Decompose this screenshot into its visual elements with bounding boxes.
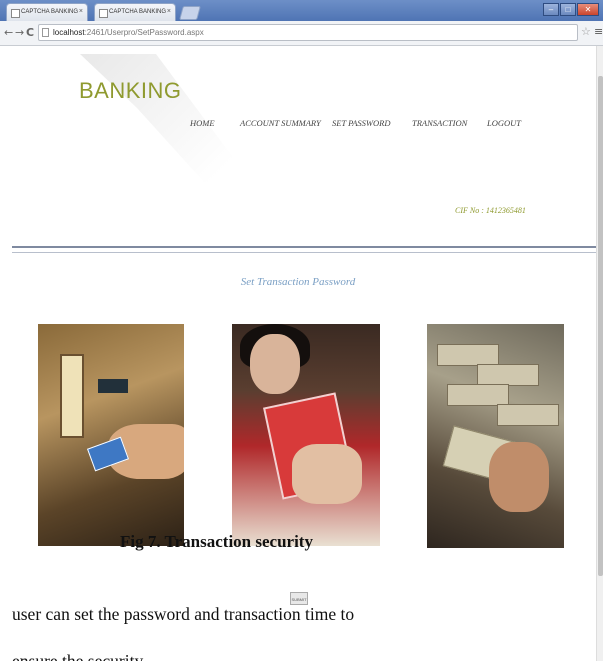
money-bundle bbox=[497, 404, 559, 426]
tab-title: CAPTCHA BANKING bbox=[21, 9, 79, 15]
money-bundle bbox=[437, 344, 499, 366]
page-viewport: BANKING HOME ACCOUNT SUMMARY SET PASSWOR… bbox=[0, 46, 596, 661]
header-divider-thin bbox=[12, 252, 596, 253]
hand-shape bbox=[489, 442, 549, 512]
browser-tab-2[interactable]: CAPTCHA BANKING × bbox=[94, 3, 176, 21]
atm-screen bbox=[98, 379, 128, 393]
reload-icon[interactable]: C bbox=[26, 26, 34, 39]
browser-menu-icon[interactable]: ≡ bbox=[594, 25, 603, 38]
page-icon bbox=[42, 28, 49, 37]
nav-set-password[interactable]: SET PASSWORD bbox=[332, 118, 390, 128]
page-favicon-icon bbox=[11, 9, 20, 18]
vertical-scrollbar[interactable] bbox=[596, 46, 603, 661]
money-bundle bbox=[477, 364, 539, 386]
page-favicon-icon bbox=[99, 9, 108, 18]
maximize-button[interactable]: □ bbox=[560, 3, 576, 16]
minimize-button[interactable]: – bbox=[543, 3, 559, 16]
window-controls: – □ ✕ bbox=[543, 3, 599, 16]
money-stack-image bbox=[427, 324, 564, 548]
new-tab-button[interactable] bbox=[179, 6, 201, 20]
close-window-button[interactable]: ✕ bbox=[577, 3, 599, 16]
browser-tab-1[interactable]: CAPTCHA BANKING × bbox=[6, 3, 88, 21]
atm-slot bbox=[60, 354, 84, 438]
close-tab-icon[interactable]: × bbox=[167, 8, 171, 15]
tab-title: CAPTCHA BANKING bbox=[109, 9, 167, 15]
header-divider bbox=[12, 246, 596, 248]
nav-home[interactable]: HOME bbox=[190, 118, 215, 128]
close-tab-icon[interactable]: × bbox=[79, 8, 83, 15]
body-text-line-cut: ensure the security. bbox=[12, 651, 147, 661]
face-shape bbox=[250, 334, 300, 394]
brand-logo[interactable]: BANKING bbox=[79, 78, 182, 104]
hand-shape bbox=[292, 444, 362, 504]
browser-toolbar: ← → C localhost:2461/Userpro/SetPassword… bbox=[0, 21, 603, 46]
scrollbar-thumb[interactable] bbox=[598, 76, 603, 576]
money-bundle bbox=[447, 384, 509, 406]
nav-transaction[interactable]: TRANSACTION bbox=[412, 118, 467, 128]
woman-cash-image bbox=[232, 324, 380, 546]
bookmark-star-icon[interactable]: ☆ bbox=[581, 25, 591, 38]
figure-caption: Fig 7. Transaction security bbox=[120, 532, 313, 551]
back-icon[interactable]: ← bbox=[4, 26, 13, 39]
nav-account-summary[interactable]: ACCOUNT SUMMARY bbox=[240, 118, 321, 128]
nav-logout[interactable]: LOGOUT bbox=[487, 118, 521, 128]
address-path: :2461/Userpro/SetPassword.aspx bbox=[84, 28, 204, 37]
atm-card-image bbox=[38, 324, 184, 546]
body-text-line: user can set the password and transactio… bbox=[12, 604, 355, 624]
section-title: Set Transaction Password bbox=[240, 276, 356, 288]
address-bar[interactable]: localhost:2461/Userpro/SetPassword.aspx bbox=[38, 24, 578, 41]
address-host: localhost bbox=[53, 28, 85, 37]
forward-icon[interactable]: → bbox=[15, 26, 24, 39]
cif-number: CIF No : 1412365481 bbox=[455, 206, 526, 215]
browser-titlebar: CAPTCHA BANKING × CAPTCHA BANKING × – □ … bbox=[0, 0, 603, 21]
